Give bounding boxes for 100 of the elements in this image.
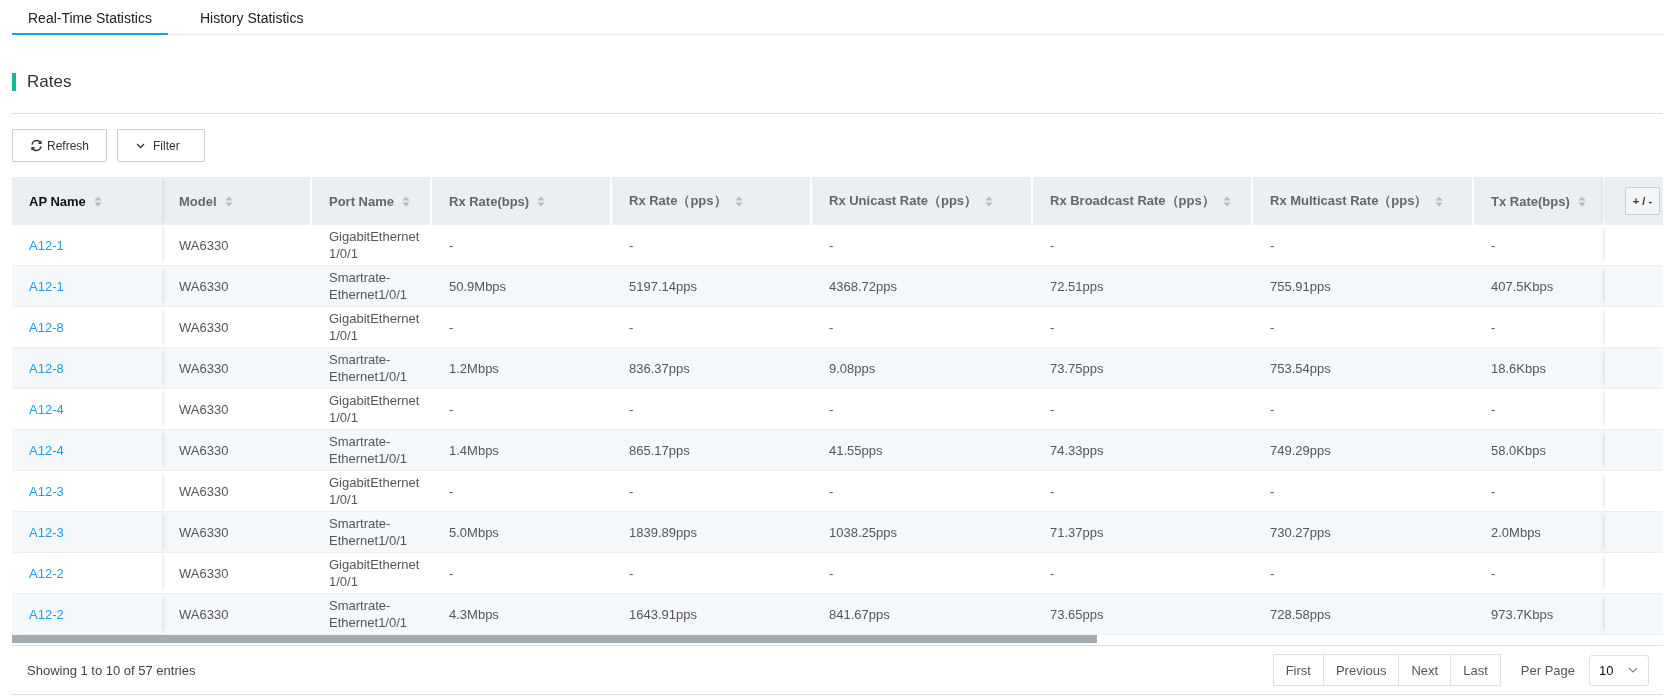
table-cell-text: - — [828, 318, 835, 337]
table-cell-text: Smartrate-Ethernet1/0/1 — [328, 515, 409, 550]
table-cell-text: - — [1490, 400, 1497, 419]
table-cell-text: WA6330 — [178, 318, 230, 337]
table-cell-text: 973.7Kbps — [1490, 605, 1555, 624]
table-cell-text: 74.33pps — [1049, 441, 1105, 460]
entries-summary: Showing 1 to 10 of 57 entries — [27, 662, 197, 678]
section-accent-bar — [12, 73, 16, 91]
sort-icon — [985, 195, 994, 207]
table-cell-text: 841.67pps — [828, 605, 891, 624]
ap-name-link[interactable]: A12-1 — [12, 266, 162, 306]
table-cell-text: - — [828, 400, 835, 419]
table-cell-text: WA6330 — [178, 523, 230, 542]
ap-name-link[interactable]: A12-1 — [12, 225, 162, 265]
ap-name-link[interactable]: A12-3 — [12, 471, 162, 511]
table-cell-text: 5.0Mbps — [448, 523, 500, 542]
tab[interactable]: History Statistics — [183, 0, 320, 35]
table-cell-text: 1.2Mbps — [448, 359, 500, 378]
table-cell-text: GigabitEthernet 1/0/1 — [328, 474, 421, 509]
pagination-button[interactable]: First — [1272, 654, 1324, 686]
table-cell-text: WA6330 — [178, 400, 230, 419]
pagination-button[interactable]: Previous — [1322, 654, 1400, 686]
filter-button[interactable]: Filter — [117, 129, 205, 162]
table-cell-text: - — [1269, 400, 1276, 419]
refresh-button[interactable]: Refresh — [12, 129, 108, 162]
table-cell-text: WA6330 — [178, 277, 230, 296]
pagination-button[interactable]: Next — [1398, 654, 1452, 686]
table-cell-text: - — [628, 482, 635, 501]
ap-name-link[interactable]: A12-8 — [12, 348, 162, 388]
table-cell-text: 9.08pps — [828, 359, 877, 378]
horizontal-scrollbar[interactable] — [12, 635, 1097, 643]
sort-icon — [1435, 195, 1444, 207]
tab[interactable]: Real-Time Statistics — [12, 0, 168, 35]
table-cell-text: 865.17pps — [628, 441, 691, 460]
table-cell-text: - — [1269, 236, 1276, 255]
table-cell-text: - — [628, 236, 635, 255]
table-cell-text: - — [1490, 564, 1497, 583]
table-cell-text: 58.0Kbps — [1490, 441, 1547, 460]
table-cell-text: - — [448, 236, 455, 255]
table-cell-text: 1643.91pps — [628, 605, 698, 624]
table-cell-text: 72.51pps — [1049, 277, 1105, 296]
table-cell-text: GigabitEthernet 1/0/1 — [328, 310, 421, 345]
table-cell-text: - — [828, 236, 835, 255]
table-cell-text: WA6330 — [178, 359, 230, 378]
table-cell-text: 1038.25pps — [828, 523, 898, 542]
sort-icon — [93, 195, 102, 207]
table-cell-text: - — [1049, 318, 1056, 337]
table-cell-text: 1.4Mbps — [448, 441, 500, 460]
table-cell-text: WA6330 — [178, 441, 230, 460]
pagination-button[interactable]: Last — [1450, 654, 1501, 686]
table-cell-text: 2.0Mbps — [1490, 523, 1542, 542]
table-cell-text: - — [1269, 318, 1276, 337]
table-cell-text: - — [448, 318, 455, 337]
column-header[interactable]: AP Name — [12, 177, 162, 225]
chevron-down-icon — [136, 142, 146, 149]
table-cell-text: GigabitEthernet 1/0/1 — [328, 392, 421, 427]
table-cell-text: 5197.14pps — [628, 277, 698, 296]
column-toggle-button[interactable]: + / - — [1624, 187, 1661, 215]
per-page-label: Per Page — [1520, 662, 1575, 678]
table-cell-text: 73.75pps — [1049, 359, 1105, 378]
table-cell-text: - — [1049, 482, 1056, 501]
ap-name-link[interactable]: A12-3 — [12, 512, 162, 552]
table-cell-text: - — [1049, 564, 1056, 583]
table-cell-text: - — [1269, 564, 1276, 583]
table-cell-text: - — [448, 482, 455, 501]
table-cell-text: - — [448, 564, 455, 583]
table-cell-text: WA6330 — [178, 605, 230, 624]
table-cell-text: Smartrate-Ethernet1/0/1 — [328, 269, 409, 304]
table-cell-text: - — [1269, 482, 1276, 501]
ap-name-link[interactable]: A12-4 — [12, 430, 162, 470]
table-cell-text: 730.27pps — [1269, 523, 1332, 542]
table-cell-text: - — [448, 400, 455, 419]
table-cell-text: - — [628, 318, 635, 337]
sort-icon — [402, 195, 411, 207]
chevron-down-icon — [1628, 667, 1638, 673]
table-cell-text: Smartrate-Ethernet1/0/1 — [328, 597, 409, 632]
per-page-select[interactable]: 10 — [1589, 654, 1649, 686]
table-cell-text: 1839.89pps — [628, 523, 698, 542]
table-cell-text: GigabitEthernet 1/0/1 — [328, 556, 421, 591]
table-cell-text: 41.55pps — [828, 441, 884, 460]
ap-name-link[interactable]: A12-2 — [12, 594, 162, 634]
ap-name-link[interactable]: A12-4 — [12, 389, 162, 429]
table-cell-text: WA6330 — [178, 236, 230, 255]
table-cell-text: 407.5Kbps — [1490, 277, 1555, 296]
table-cell-text: 836.37pps — [628, 359, 691, 378]
table-cell-text: 755.91pps — [1269, 277, 1332, 296]
table-cell-text: GigabitEthernet 1/0/1 — [328, 228, 421, 263]
ap-name-link[interactable]: A12-8 — [12, 307, 162, 347]
table-cell-text: 18.6Kbps — [1490, 359, 1547, 378]
table-cell-text: WA6330 — [178, 482, 230, 501]
table-cell-text: 728.58pps — [1269, 605, 1332, 624]
table-cell-text: 4.3Mbps — [448, 605, 500, 624]
section-title: Rates — [27, 72, 72, 92]
table-cell-text: - — [1490, 318, 1497, 337]
table-cell-text: - — [1049, 400, 1056, 419]
table-cell-text: - — [1049, 236, 1056, 255]
ap-name-link[interactable]: A12-2 — [12, 553, 162, 593]
table-cell-text: - — [628, 564, 635, 583]
table-cell-text: 4368.72pps — [828, 277, 898, 296]
table-cell-text: - — [828, 564, 835, 583]
